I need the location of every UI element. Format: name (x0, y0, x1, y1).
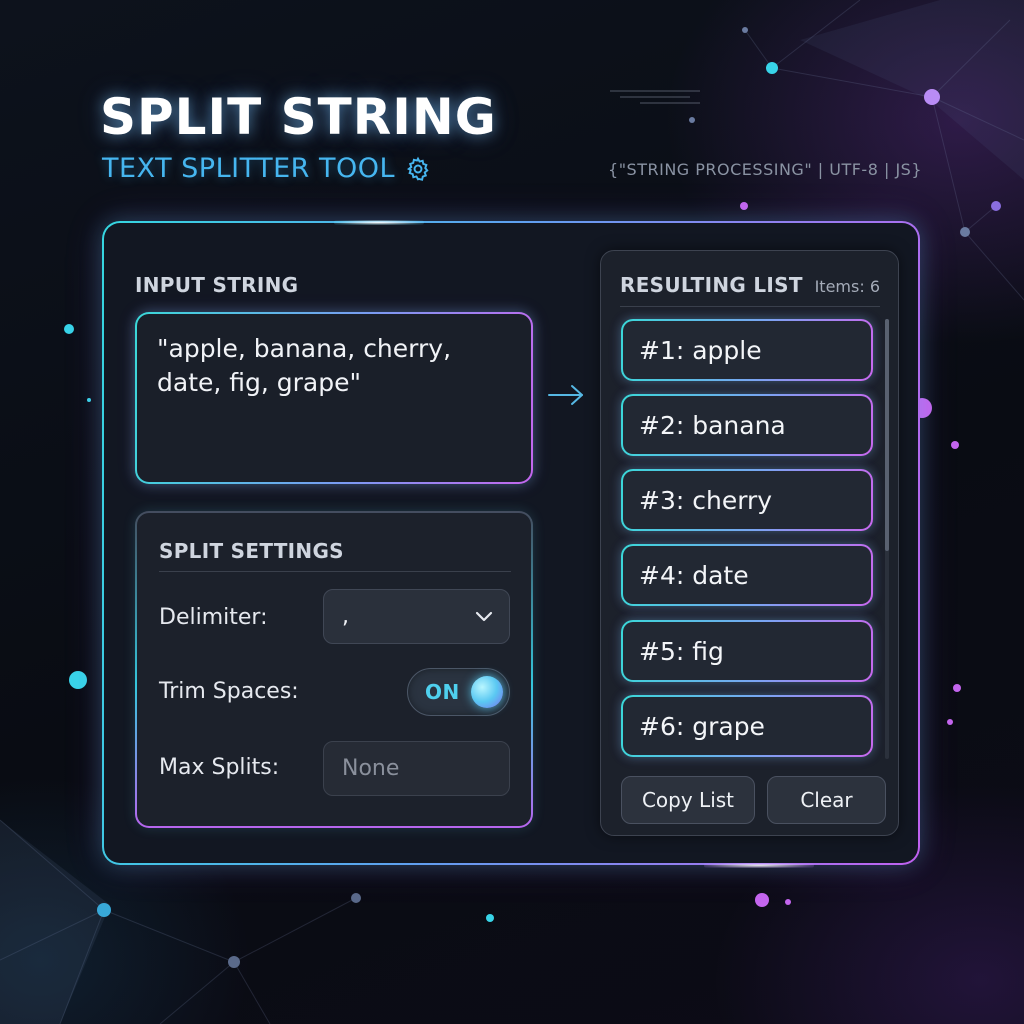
clear-button[interactable]: Clear (767, 776, 886, 824)
frame-glare-bottom (704, 863, 814, 868)
trim-spaces-label: Trim Spaces: (159, 679, 299, 704)
app-canvas: SPLIT STRING TEXT SPLITTER TOOL {"STRING… (0, 0, 1024, 1024)
item-count: Items: 6 (814, 277, 880, 296)
copy-list-button[interactable]: Copy List (621, 776, 755, 824)
split-settings-panel: SPLIT SETTINGS Delimiter: , Trim Spaces:… (135, 511, 533, 828)
meta-tag: {"STRING PROCESSING" | UTF-8 | JS} (608, 160, 922, 179)
input-string-field[interactable]: "apple, banana, cherry, date, fig, grape… (135, 312, 533, 484)
delimiter-label: Delimiter: (159, 605, 268, 630)
divider (159, 571, 511, 572)
list-item[interactable]: #4: date (621, 544, 873, 606)
resulting-list-title: RESULTING LIST (620, 273, 803, 297)
split-settings-title: SPLIT SETTINGS (159, 539, 344, 563)
delimiter-value: , (342, 604, 349, 629)
input-string-label: INPUT STRING (135, 273, 299, 297)
chevron-down-icon (475, 611, 493, 621)
toggle-knob (471, 676, 503, 708)
list-item[interactable]: #6: grape (621, 695, 873, 757)
arrow-right-icon (548, 385, 583, 405)
delimiter-select[interactable]: , (323, 589, 510, 644)
list-item[interactable]: #1: apple (621, 319, 873, 381)
list-item[interactable]: #2: banana (621, 394, 873, 456)
results-scrollbar[interactable] (885, 319, 889, 759)
list-item[interactable]: #5: fig (621, 620, 873, 682)
list-item[interactable]: #3: cherry (621, 469, 873, 531)
max-splits-label: Max Splits: (159, 755, 280, 780)
trim-spaces-toggle[interactable]: ON (407, 668, 510, 716)
resulting-list-panel: RESULTING LIST Items: 6 #1: apple #2: ba… (600, 250, 899, 836)
toggle-state-label: ON (425, 680, 460, 704)
max-splits-input[interactable] (323, 741, 510, 796)
page-title: SPLIT STRING (100, 88, 497, 146)
page-subtitle: TEXT SPLITTER TOOL (102, 153, 431, 184)
frame-glare (334, 220, 424, 225)
gear-icon[interactable] (405, 156, 431, 182)
divider (620, 306, 880, 307)
subtitle-text: TEXT SPLITTER TOOL (102, 153, 396, 184)
scroll-thumb[interactable] (885, 319, 889, 551)
